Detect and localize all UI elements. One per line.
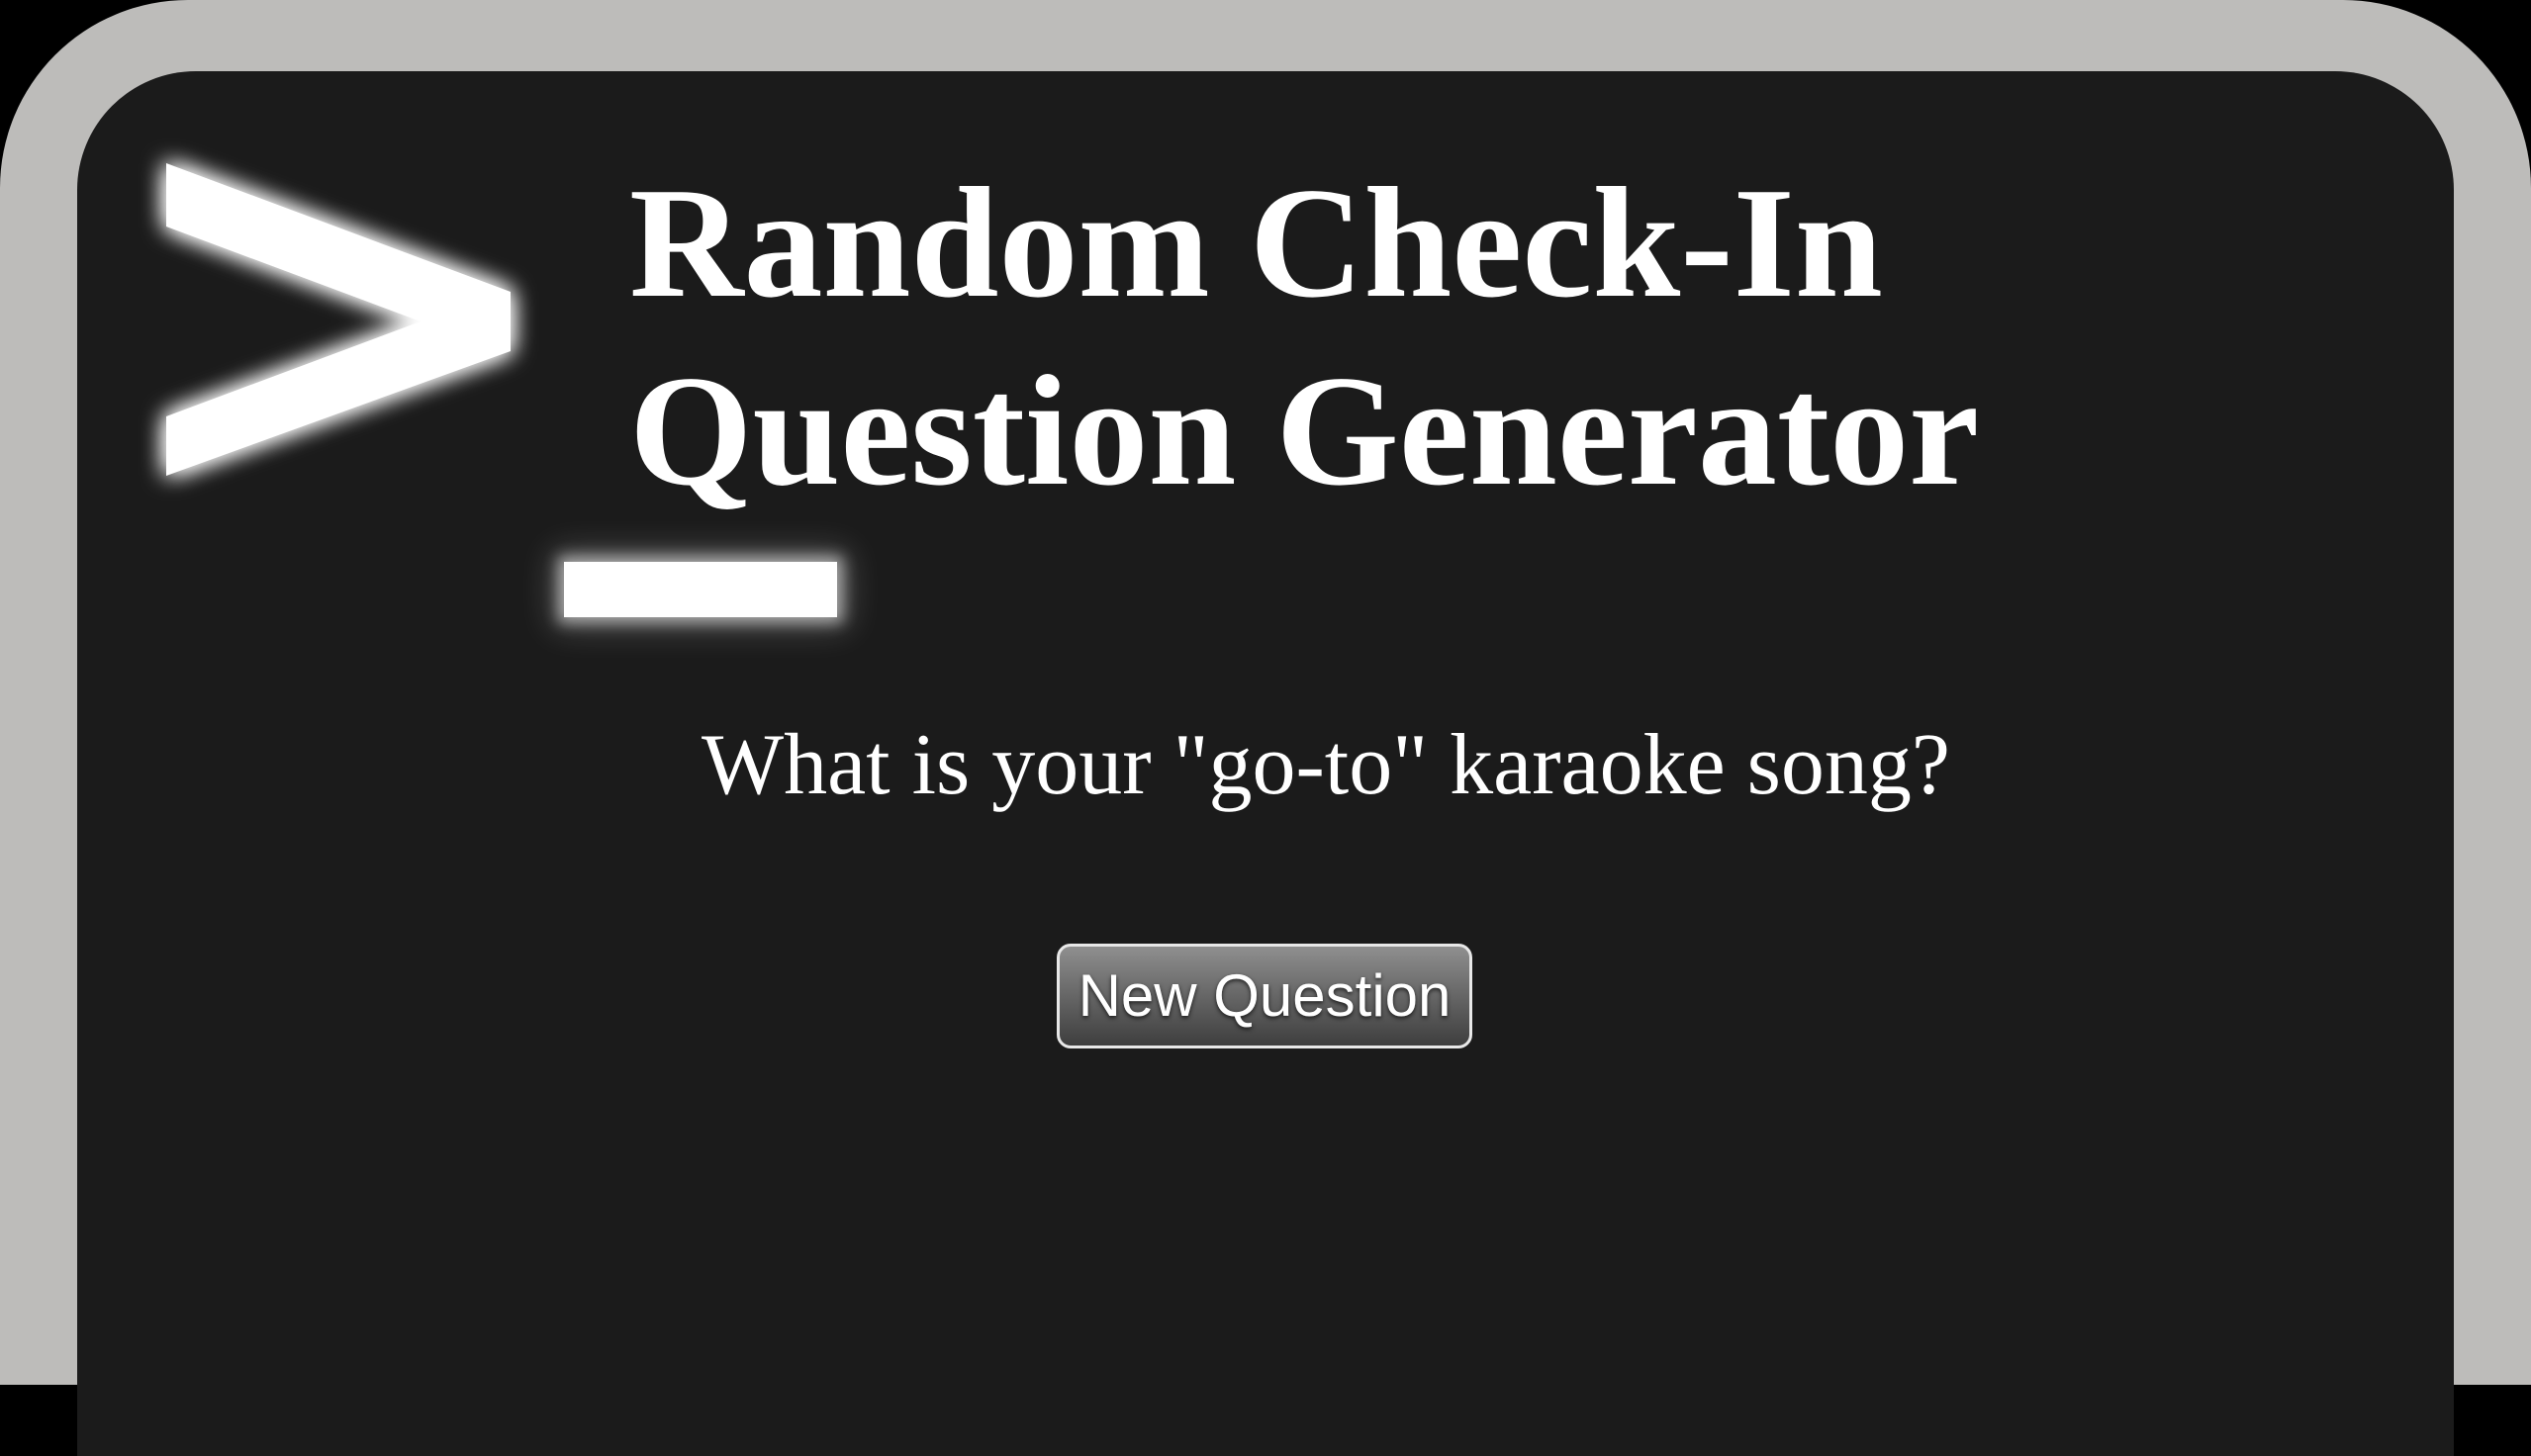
page-title: Random Check-In Question Generator xyxy=(629,154,1980,518)
chevron-icon xyxy=(166,163,511,476)
new-question-button[interactable]: New Question xyxy=(1057,944,1472,1048)
terminal-prompt-icon xyxy=(166,163,511,476)
cursor-underscore-icon xyxy=(564,562,837,617)
question-text: What is your "go-to" karaoke song? xyxy=(702,717,1950,813)
